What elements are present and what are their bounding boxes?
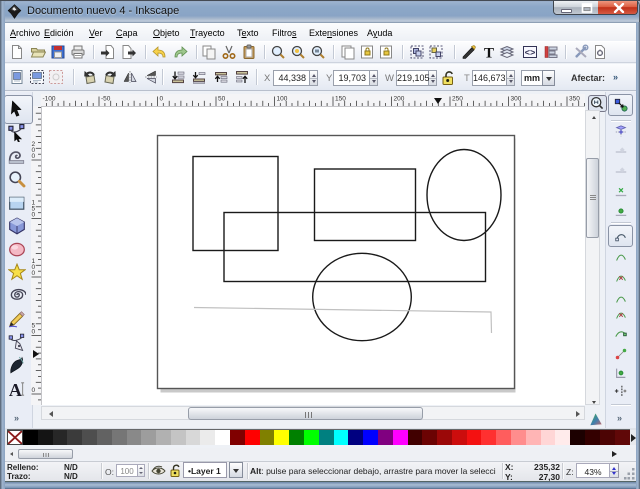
svg-text:A: A [9,380,22,398]
svg-text:0: 0 [32,270,36,277]
svg-text:0: 0 [32,212,36,219]
svg-text:0: 0 [32,329,36,336]
svg-text:-50: -50 [101,96,111,103]
svg-text:0: 0 [160,96,164,103]
svg-text:0: 0 [32,153,36,160]
svg-text:0: 0 [32,387,36,394]
svg-text:-100: -100 [43,96,56,103]
svg-text:T: T [484,46,494,61]
svg-text:50: 50 [218,96,226,103]
svg-text:<>: <> [525,49,536,59]
